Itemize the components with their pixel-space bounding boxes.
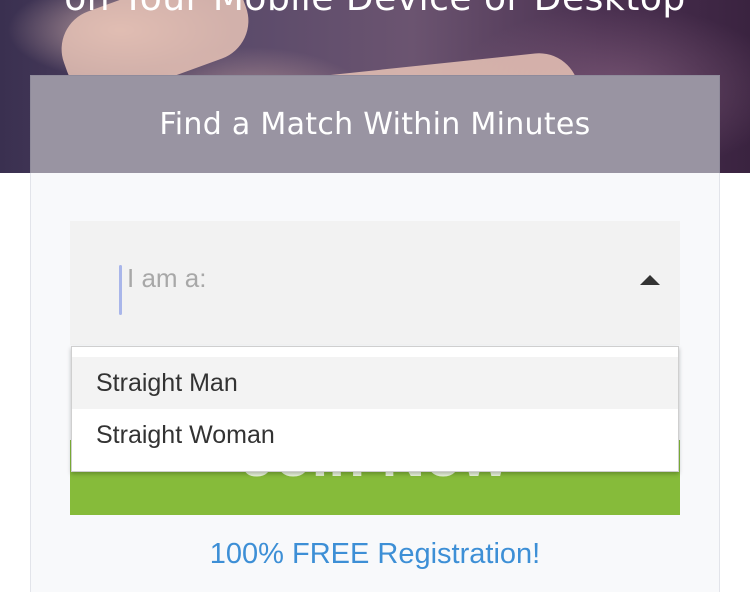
gender-dropdown-list: Straight Man Straight Woman bbox=[71, 346, 679, 472]
gender-select[interactable]: I am a: bbox=[70, 221, 680, 345]
free-registration-link[interactable]: 100% FREE Registration! bbox=[0, 538, 750, 571]
select-placeholder: I am a: bbox=[127, 263, 207, 293]
option-straight-woman[interactable]: Straight Woman bbox=[72, 409, 678, 461]
text-cursor bbox=[119, 265, 122, 315]
signup-page: on Your Mobile Device or Desktop Find a … bbox=[0, 0, 750, 592]
caret-up-icon[interactable] bbox=[640, 275, 660, 285]
option-straight-man[interactable]: Straight Man bbox=[72, 357, 678, 409]
card-header-title: Find a Match Within Minutes bbox=[30, 75, 720, 173]
hero-headline: on Your Mobile Device or Desktop bbox=[0, 0, 750, 19]
